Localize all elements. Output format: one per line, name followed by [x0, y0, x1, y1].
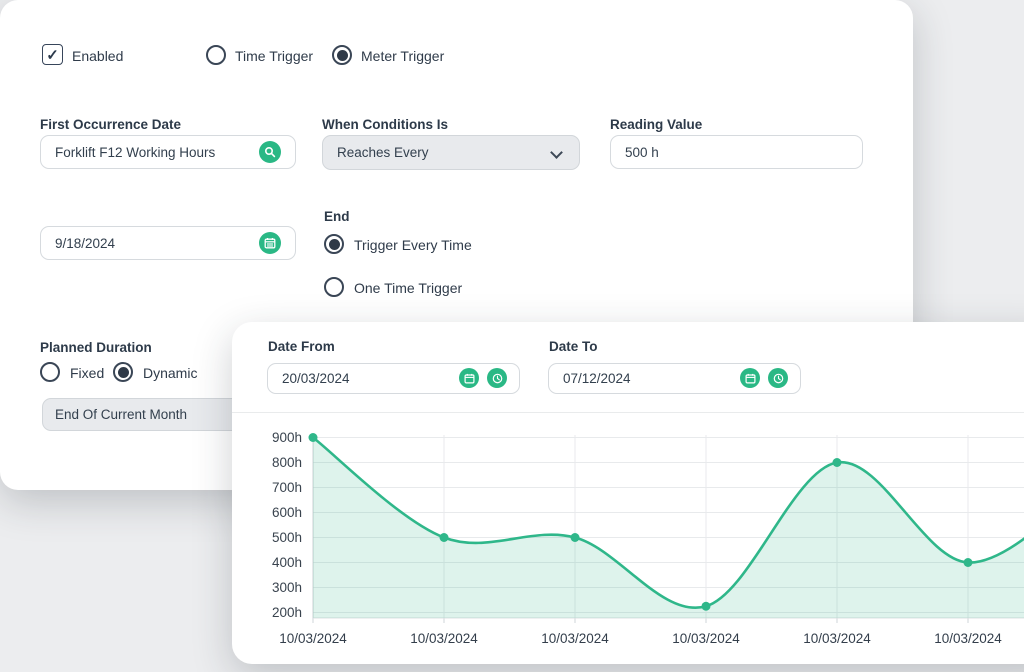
date-to-input[interactable]: 07/12/2024	[548, 363, 801, 394]
panel-divider	[232, 412, 1024, 413]
search-icon	[264, 146, 276, 158]
check-icon: ✓	[46, 46, 59, 64]
first-occurrence-input[interactable]: Forklift F12 Working Hours	[40, 135, 296, 169]
when-conditions-value: Reaches Every	[337, 145, 429, 160]
time-trigger-radio[interactable]	[206, 45, 226, 65]
svg-text:800h: 800h	[272, 455, 302, 470]
planned-duration-label: Planned Duration	[40, 340, 152, 355]
enabled-checkbox[interactable]: ✓	[42, 44, 63, 65]
fixed-label: Fixed	[70, 365, 104, 381]
svg-text:10/03/2024: 10/03/2024	[410, 631, 478, 646]
calendar-icon-button[interactable]	[259, 232, 281, 254]
start-date-input[interactable]: 9/18/2024	[40, 226, 296, 260]
date-to-calendar-button[interactable]	[740, 368, 760, 388]
date-from-calendar-button[interactable]	[459, 368, 479, 388]
when-conditions-select[interactable]: Reaches Every	[322, 135, 580, 170]
first-occurrence-label: First Occurrence Date	[40, 117, 181, 132]
time-trigger-label: Time Trigger	[235, 48, 313, 64]
first-occurrence-value: Forklift F12 Working Hours	[55, 145, 215, 160]
dynamic-radio[interactable]	[113, 362, 133, 382]
meter-trigger-radio[interactable]	[332, 45, 352, 65]
svg-text:10/03/2024: 10/03/2024	[934, 631, 1002, 646]
search-icon-button[interactable]	[259, 141, 281, 163]
enabled-label: Enabled	[72, 48, 123, 64]
svg-text:10/03/2024: 10/03/2024	[803, 631, 871, 646]
svg-text:900h: 900h	[272, 430, 302, 445]
chart-panel-card: Date From 20/03/2024 Date To 07/12/2024	[232, 322, 1024, 664]
svg-text:400h: 400h	[272, 555, 302, 570]
trigger-every-time-label: Trigger Every Time	[354, 237, 472, 253]
svg-text:600h: 600h	[272, 505, 302, 520]
date-from-label: Date From	[268, 339, 335, 354]
calendar-icon	[264, 237, 276, 249]
dynamic-label: Dynamic	[143, 365, 197, 381]
svg-text:10/03/2024: 10/03/2024	[541, 631, 609, 646]
meter-chart: 900h 800h 700h 600h 500h 400h 300h 200h 10/03/20…	[232, 417, 1024, 664]
date-from-clock-button[interactable]	[487, 368, 507, 388]
date-to-label: Date To	[549, 339, 598, 354]
meter-trigger-label: Meter Trigger	[361, 48, 444, 64]
reading-value-text: 500 h	[625, 145, 659, 160]
date-to-value: 07/12/2024	[563, 371, 631, 386]
end-group-label: End	[324, 209, 350, 224]
reading-value-input[interactable]: 500 h	[610, 135, 863, 169]
svg-text:300h: 300h	[272, 580, 302, 595]
date-from-input[interactable]: 20/03/2024	[267, 363, 520, 394]
calendar-icon	[464, 373, 475, 384]
clock-icon	[492, 373, 503, 384]
svg-text:500h: 500h	[272, 530, 302, 545]
when-conditions-label: When Conditions Is	[322, 117, 448, 132]
calendar-icon	[745, 373, 756, 384]
svg-text:200h: 200h	[272, 605, 302, 620]
svg-text:700h: 700h	[272, 480, 302, 495]
svg-text:10/03/2024: 10/03/2024	[279, 631, 347, 646]
planned-duration-value: End Of Current Month	[55, 407, 187, 422]
svg-text:10/03/2024: 10/03/2024	[672, 631, 740, 646]
clock-icon	[773, 373, 784, 384]
one-time-trigger-radio[interactable]	[324, 277, 344, 297]
reading-value-label: Reading Value	[610, 117, 702, 132]
date-to-clock-button[interactable]	[768, 368, 788, 388]
trigger-every-time-radio[interactable]	[324, 234, 344, 254]
date-from-value: 20/03/2024	[282, 371, 350, 386]
planned-duration-select[interactable]: End Of Current Month	[42, 398, 242, 431]
fixed-radio[interactable]	[40, 362, 60, 382]
start-date-value: 9/18/2024	[55, 236, 115, 251]
one-time-trigger-label: One Time Trigger	[354, 280, 462, 296]
